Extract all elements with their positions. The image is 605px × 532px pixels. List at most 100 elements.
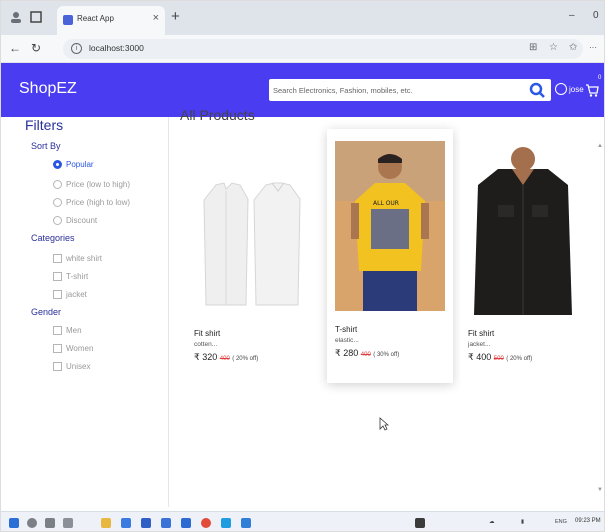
radio-selected[interactable]: [53, 160, 62, 169]
app-header: ShopEZ jose 0: [1, 63, 604, 117]
product-price: ₹ 320: [194, 352, 218, 362]
weather-icon[interactable]: ☁: [489, 519, 495, 525]
gender-label: Unisex: [66, 362, 91, 371]
edge-browser-icon[interactable]: [121, 518, 131, 528]
start-menu-icon[interactable]: [9, 518, 19, 528]
product-discount: ( 20% off): [506, 356, 533, 362]
svg-text:ALL OUR: ALL OUR: [373, 200, 399, 207]
tab-bar: React App × + – 0: [1, 1, 604, 35]
product-card[interactable]: Fit shirt jacket... ₹ 400 500 ( 20% off): [460, 133, 586, 381]
cart-icon[interactable]: [585, 82, 599, 98]
checkbox[interactable]: [53, 290, 62, 299]
sort-option-label: Price (high to low): [66, 198, 131, 207]
taskbar-search-icon[interactable]: [27, 518, 37, 528]
address-bar: ← ↻ i localhost:3000 ⊞ ☆ ✩ ···: [1, 35, 604, 63]
product-card[interactable]: Fit shirt cotten... ₹ 320 400 ( 20% off): [186, 133, 312, 381]
tshirt-image[interactable]: ALL OUR: [335, 141, 445, 311]
checkbox[interactable]: [53, 254, 62, 263]
widgets-icon[interactable]: [63, 518, 73, 528]
mail-icon[interactable]: [161, 518, 171, 528]
product-mrp: 400: [360, 352, 371, 358]
category-label: T-shirt: [66, 272, 89, 281]
product-card[interactable]: ALL OUR T-shirt elastic... ₹ 280 400 ( 3…: [327, 129, 453, 383]
app-icon[interactable]: [221, 518, 231, 528]
search-icon[interactable]: [529, 82, 545, 98]
product-description: cotten...: [194, 341, 218, 348]
react-app-favicon-icon: [63, 15, 73, 25]
user-icon: [555, 83, 567, 95]
product-price: ₹ 400: [468, 352, 492, 362]
checkbox[interactable]: [53, 362, 62, 371]
taskbar: ☁ ▮ ENG 09:23 PM: [1, 511, 604, 531]
language-indicator[interactable]: ENG: [555, 519, 567, 525]
window-control-button[interactable]: 0: [593, 10, 599, 21]
product-price-line: ₹ 280 400 ( 30% off): [335, 348, 399, 359]
sort-option-label: Price (low to high): [66, 180, 131, 189]
qr-app-icon[interactable]: [415, 518, 425, 528]
browser-tab[interactable]: React App ×: [57, 6, 165, 35]
checkbox[interactable]: [53, 326, 62, 335]
network-icon[interactable]: ▮: [521, 519, 524, 525]
categories-title: Categories: [31, 233, 75, 243]
gender-label: Women: [66, 344, 94, 353]
photos-icon[interactable]: [181, 518, 191, 528]
all-products-title: All Products: [180, 107, 255, 123]
product-name[interactable]: Fit shirt: [194, 329, 220, 338]
scroll-up-arrow-icon[interactable]: ▲: [597, 143, 603, 149]
tab-title: React App: [77, 14, 114, 23]
product-mrp: 400: [219, 356, 230, 362]
sort-option-label: Discount: [66, 216, 98, 225]
new-tab-button[interactable]: +: [171, 8, 180, 25]
product-description: jacket...: [468, 341, 491, 348]
cart-count-badge: 0: [598, 75, 602, 81]
sort-by-title: Sort By: [31, 141, 61, 151]
store-icon[interactable]: [141, 518, 151, 528]
site-info-icon[interactable]: i: [71, 43, 82, 54]
filters-title: Filters: [25, 117, 64, 133]
products-area: All Products Fit shirt cotten... ₹ 320 4…: [170, 107, 594, 507]
product-name[interactable]: Fit shirt: [468, 329, 494, 338]
more-menu-icon[interactable]: ···: [589, 43, 597, 52]
category-label: white shirt: [66, 254, 103, 263]
radio[interactable]: [53, 180, 62, 189]
product-discount: ( 30% off): [373, 352, 400, 358]
url-field[interactable]: i localhost:3000 ⊞ ☆ ✩: [63, 39, 583, 59]
mouse-cursor-icon: [379, 417, 389, 431]
checkbox[interactable]: [53, 272, 62, 281]
checkbox[interactable]: [53, 344, 62, 353]
minimize-button[interactable]: –: [569, 10, 575, 21]
username: jose: [569, 85, 584, 94]
tab-actions-icon[interactable]: [29, 10, 43, 24]
browser-window: React App × + – 0 ← ↻ i localhost:3000 ⊞…: [0, 0, 605, 532]
clock[interactable]: 09:23 PM: [575, 518, 601, 524]
product-name[interactable]: T-shirt: [335, 325, 357, 334]
product-description: elastic...: [335, 337, 359, 344]
white-shirt-image[interactable]: [194, 145, 304, 315]
search-input[interactable]: [269, 79, 551, 101]
brand-logo-text[interactable]: ShopEZ: [19, 80, 77, 98]
gender-title: Gender: [31, 307, 62, 317]
file-explorer-icon[interactable]: [101, 518, 111, 528]
profile-icon[interactable]: [9, 10, 23, 24]
radio[interactable]: [53, 198, 62, 207]
vscode-icon[interactable]: [241, 518, 251, 528]
back-arrow-icon[interactable]: ←: [9, 41, 21, 55]
black-jacket-image[interactable]: [468, 145, 578, 315]
product-price-line: ₹ 400 500 ( 20% off): [468, 352, 532, 363]
reader-mode-icon[interactable]: ⊞: [529, 42, 537, 53]
product-price-line: ₹ 320 400 ( 20% off): [194, 352, 258, 363]
product-price: ₹ 280: [335, 348, 359, 358]
chrome-icon[interactable]: [201, 518, 211, 528]
filters-sidebar: Filters Sort By Popular Price (low to hi…: [1, 117, 169, 507]
reload-icon[interactable]: ↻: [31, 41, 41, 55]
tab-close-icon[interactable]: ×: [153, 12, 159, 24]
product-mrp: 500: [493, 356, 504, 362]
radio[interactable]: [53, 216, 62, 225]
scroll-down-arrow-icon[interactable]: ▼: [597, 487, 603, 493]
product-discount: ( 20% off): [232, 356, 259, 362]
task-view-icon[interactable]: [45, 518, 55, 528]
url-text[interactable]: localhost:3000: [89, 43, 144, 53]
favorites-bar-icon[interactable]: ✩: [569, 42, 577, 53]
category-label: jacket: [66, 290, 87, 299]
favorite-star-icon[interactable]: ☆: [549, 42, 558, 53]
